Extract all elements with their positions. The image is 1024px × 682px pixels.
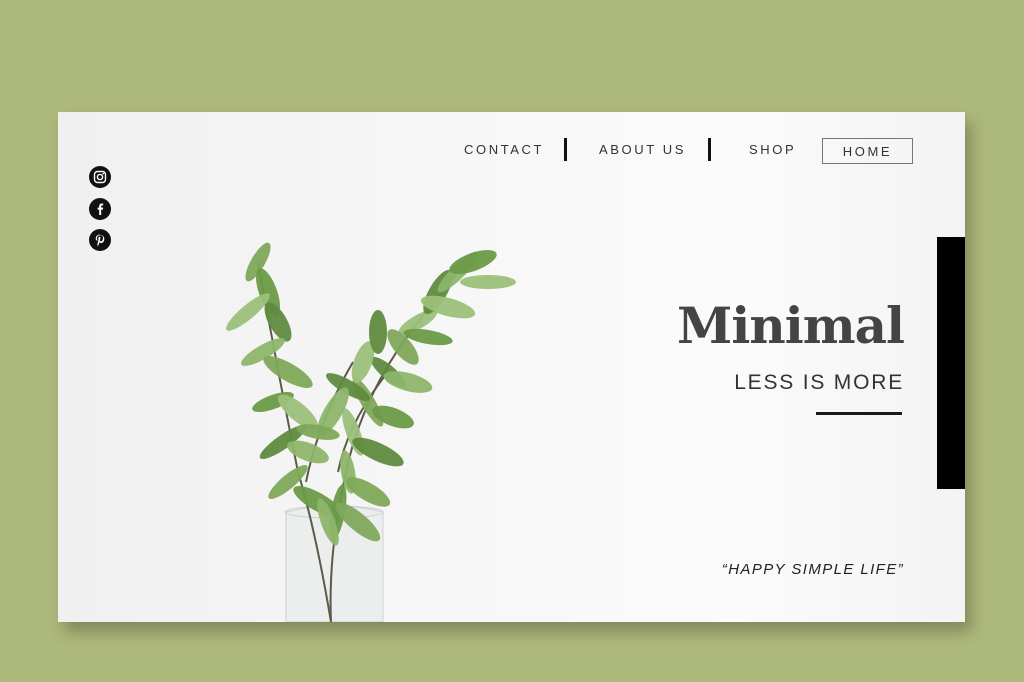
nav-about-link[interactable]: ABOUT US bbox=[599, 142, 686, 157]
plant-leaf bbox=[460, 275, 516, 289]
landing-card: CONTACT ABOUT US SHOP HOME Minimal LESS … bbox=[58, 112, 965, 622]
hero-title: Minimal bbox=[677, 296, 905, 355]
pinterest-icon[interactable] bbox=[89, 229, 111, 251]
social-links bbox=[89, 166, 111, 261]
nav-divider bbox=[708, 138, 711, 161]
top-nav: CONTACT ABOUT US SHOP HOME bbox=[58, 112, 965, 172]
instagram-icon[interactable] bbox=[89, 166, 111, 188]
nav-contact-link[interactable]: CONTACT bbox=[464, 142, 544, 157]
nav-shop-link[interactable]: SHOP bbox=[749, 142, 796, 157]
plant-image bbox=[226, 242, 516, 622]
plant-leaf bbox=[263, 355, 313, 389]
plant-leaf bbox=[369, 310, 387, 354]
nav-divider bbox=[564, 138, 567, 161]
subtitle-underline bbox=[816, 412, 902, 415]
home-button[interactable]: HOME bbox=[822, 138, 913, 164]
accent-bar bbox=[937, 237, 965, 489]
hero-subtitle: LESS IS MORE bbox=[734, 371, 904, 394]
hero-quote: “HAPPY SIMPLE LIFE” bbox=[721, 561, 904, 578]
facebook-icon[interactable] bbox=[89, 197, 111, 220]
